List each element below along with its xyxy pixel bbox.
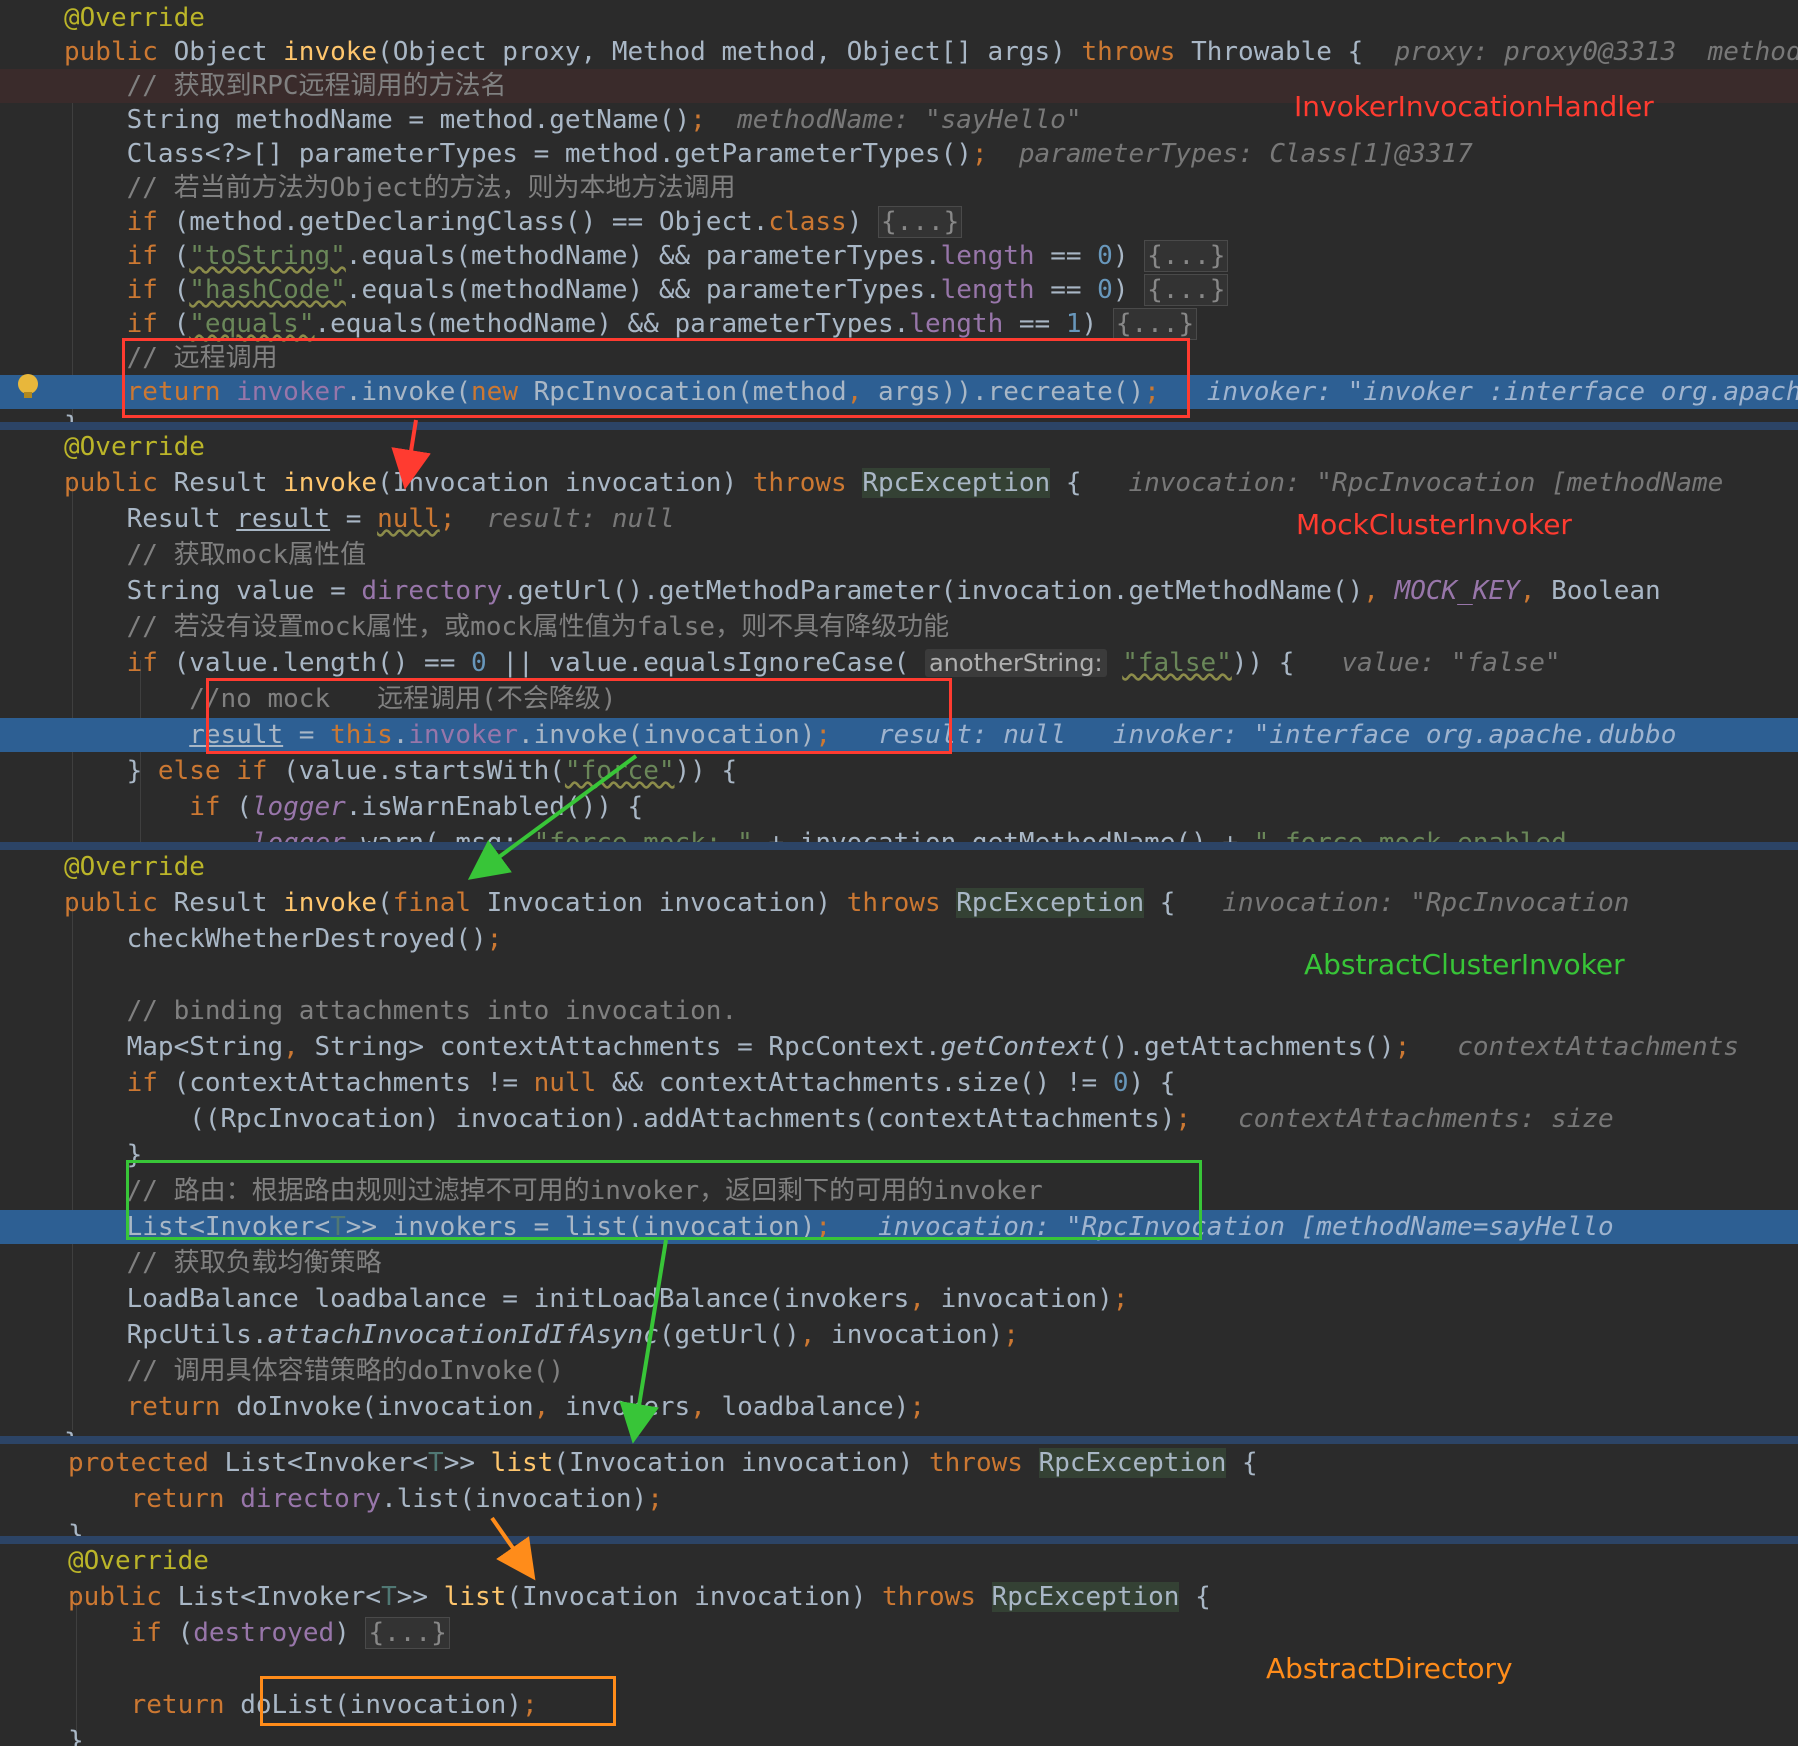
arrow-to-abstract-directory	[490, 1516, 536, 1581]
arrow-to-abstract-cluster-invoker	[467, 754, 638, 880]
call-flow-arrows	[391, 419, 668, 1581]
arrow-to-list-method	[619, 1239, 668, 1444]
arrow-to-mock-cluster-invoker	[391, 419, 431, 490]
